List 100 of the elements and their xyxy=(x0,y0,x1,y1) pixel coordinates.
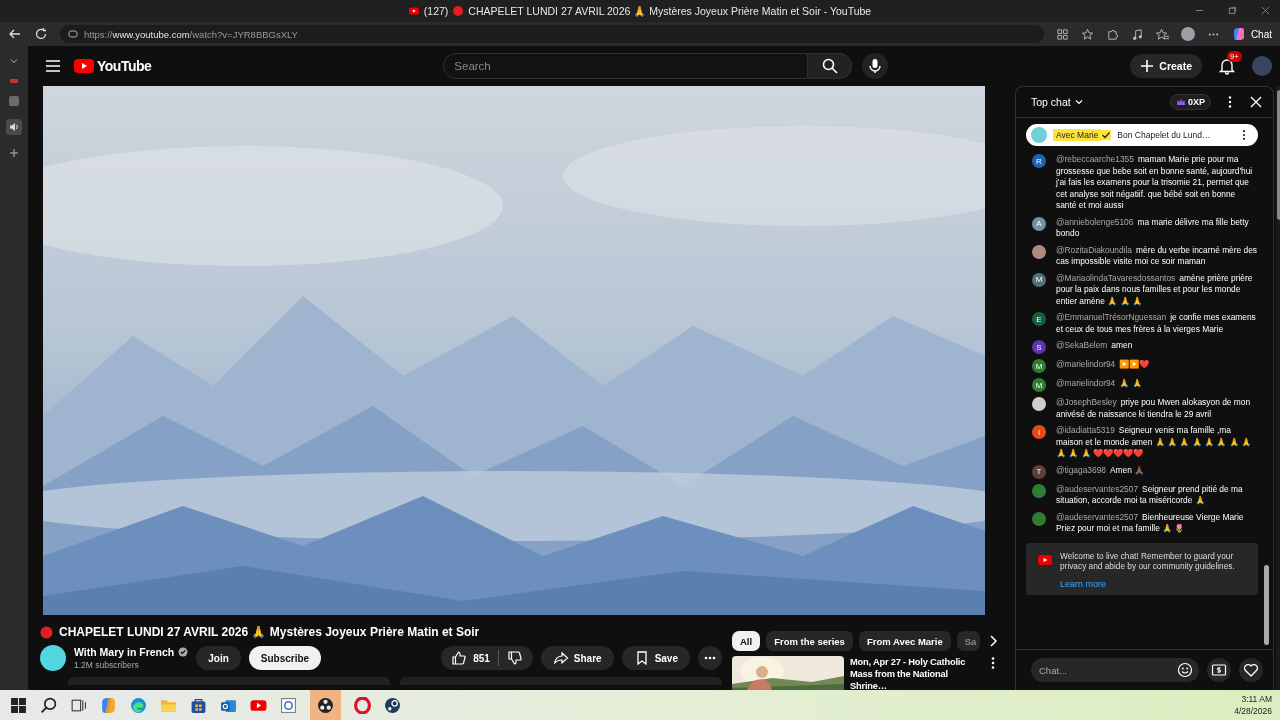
filter-chip[interactable]: Sa xyxy=(956,631,981,651)
windows-logo-icon[interactable] xyxy=(10,696,27,714)
chat-message: @marielindor94 ▶▶❤ xyxy=(1056,359,1151,371)
extensions-icon[interactable] xyxy=(1105,27,1119,41)
user-avatar[interactable]: M xyxy=(1032,378,1046,392)
store-icon[interactable] xyxy=(190,696,207,714)
restore-icon[interactable] xyxy=(1228,6,1237,15)
star-icon[interactable] xyxy=(1080,27,1094,41)
user-avatar[interactable] xyxy=(1032,397,1046,411)
learn-more-link[interactable]: Learn more xyxy=(1060,578,1107,589)
plus-icon xyxy=(1140,59,1155,73)
super-chat-button[interactable] xyxy=(1207,658,1231,682)
search-field[interactable]: Search xyxy=(443,53,809,79)
video-title[interactable]: Mon, Apr 27 - Holy Catholic Mass from the National Shrine… xyxy=(850,656,980,692)
address-field[interactable]: https://www.youtube.com/watch?v=JYR8BBGsXLY xyxy=(60,25,1044,43)
chat-message: @idadiatta5319 Seigneur venis ma famille ,ma maison et le monde amen 🙏 🙏 🙏 🙏 🙏 🙏 🙏 🙏 🙏 🙏 🙏 ❤❤❤❤❤ xyxy=(1056,425,1252,460)
profile-avatar[interactable] xyxy=(1180,27,1195,41)
filter-chip[interactable]: All xyxy=(732,631,761,651)
chat-message: @JosephBesley priye pou Mwen alokasyon de mon anivésé de naissance ki tiendra le 29 avril xyxy=(1056,397,1252,420)
chat-author: Avec Marie xyxy=(1053,129,1102,141)
create-button[interactable]: Create xyxy=(1130,54,1202,78)
copilot-icon[interactable] xyxy=(100,696,117,714)
app-icon[interactable] xyxy=(280,696,297,714)
three-circles-icon xyxy=(317,696,334,714)
copilot-chat-button[interactable]: Chat xyxy=(1231,27,1272,41)
menu-icon[interactable] xyxy=(44,57,62,75)
tab-count: (127) xyxy=(423,5,449,17)
chat-message: @rebeccaarche1355 maman Marie prie pour ma grossesse que bebe soit en bonne santé, aujourd'hui j'ai fais les examens pour la trisomie 21, permet que cet analyse soit négatiif. que bébé soit en bonne santé et moi aussi xyxy=(1056,154,1254,212)
dollar-icon xyxy=(1211,662,1227,678)
favorites-icon[interactable] xyxy=(1155,27,1169,41)
obs-taskbar-button[interactable] xyxy=(310,690,341,720)
copilot-icon xyxy=(1231,27,1246,41)
video-title: CHAPELET LUNDI 27 AVRIL 2026 🙏 Mystères Joyeux Prière Matin et Soir xyxy=(59,625,480,639)
xp-button[interactable]: 0XP xyxy=(1170,94,1211,110)
notifications-icon[interactable] xyxy=(1218,57,1236,75)
live-dot-icon xyxy=(453,6,464,16)
chat-message: @RozitaDiakoundila mère du verbe incarné mère des cas impossible visite moi ce soir maman xyxy=(1056,244,1258,268)
user-avatar[interactable] xyxy=(1032,244,1046,259)
share-icon xyxy=(552,650,569,666)
filter-chip[interactable]: From Avec Marie xyxy=(858,631,951,651)
dislike-button[interactable] xyxy=(506,650,523,666)
chat-message: @audeservantes2507 Seigneur prend pitié de ma situation, accorde moi ta miséricorde 🙏 xyxy=(1056,483,1244,507)
chat-message: Bon Chapelet du Lund… xyxy=(1117,130,1212,140)
welcome-message: Welcome to live chat! Remember to guard your privacy and abide by our community guidelines. xyxy=(1060,550,1236,572)
user-avatar xyxy=(1031,127,1047,143)
heart-icon xyxy=(1243,662,1259,678)
refresh-icon[interactable] xyxy=(34,27,48,41)
tab-title: CHAPELET LUNDI 27 AVRIL 2026 🙏 Mystères Joyeux Prière Matin et Soir - YouTube xyxy=(468,4,872,18)
chat-input-field[interactable]: Chat... xyxy=(1031,658,1199,682)
steam-icon[interactable] xyxy=(384,696,401,714)
youtube-logo[interactable]: YouTube xyxy=(74,58,152,74)
join-button[interactable]: Join xyxy=(196,646,241,670)
search-icon xyxy=(820,57,839,75)
user-avatar[interactable]: I xyxy=(1032,425,1046,439)
chat-message: @tigaga3698 Amen 🙏🏾 xyxy=(1056,464,1146,477)
plus-icon[interactable] xyxy=(9,148,19,158)
youtube-icon xyxy=(408,6,419,16)
opera-icon[interactable] xyxy=(354,696,371,714)
search-button[interactable] xyxy=(808,53,853,79)
speaker-icon xyxy=(9,122,19,132)
live-dot-icon xyxy=(40,625,53,639)
user-avatar[interactable]: S xyxy=(1032,340,1046,354)
thumbs-up-icon xyxy=(451,650,468,666)
audio-tab-button[interactable] xyxy=(6,119,22,135)
subscriber-count: 1.2M subscribers xyxy=(74,660,140,670)
pinned-message[interactable]: Avec Marie Bon Chapelet du Lund… xyxy=(1026,124,1258,146)
filter-chip[interactable]: From the series xyxy=(766,631,853,651)
emoji-icon[interactable] xyxy=(1177,662,1193,678)
save-button[interactable]: Save xyxy=(621,646,690,670)
clock-date[interactable]: 4/28/2026 xyxy=(1234,705,1272,717)
apps-icon[interactable] xyxy=(1055,27,1069,41)
chevron-down-icon[interactable] xyxy=(9,56,19,66)
user-avatar[interactable]: T xyxy=(1032,464,1046,479)
search-icon[interactable] xyxy=(40,696,57,714)
channel-name[interactable]: With Mary in French xyxy=(74,646,175,658)
site-info-icon[interactable] xyxy=(68,29,78,39)
microphone-button[interactable] xyxy=(862,53,889,79)
heart-button[interactable] xyxy=(1239,658,1263,682)
clock-time[interactable]: 3:11 AM xyxy=(1241,693,1272,705)
chat-message: @marielindor94 🙏 🙏 xyxy=(1056,378,1143,390)
more-actions-button[interactable] xyxy=(698,646,722,670)
crown-icon xyxy=(1176,97,1186,107)
chat-message: @audeservantes2507 Bienheureuse Vierge Marie Priez pour moi et ma famille 🙏 🌷 xyxy=(1056,511,1245,535)
chat-message: @MariaolindaTavaresdossantos amène prière prière pour la paix dans nous familles et pour les monde entier amène 🙏 🙏 🙏 xyxy=(1056,272,1254,307)
music-icon[interactable] xyxy=(1130,27,1144,41)
play-logo-icon xyxy=(74,59,94,73)
chat-message: @anniebolenge5106 ma marie délivre ma fille betty bondo xyxy=(1056,216,1250,240)
channel-avatar[interactable] xyxy=(40,645,66,671)
chevron-down-icon xyxy=(1073,97,1084,107)
top-chat-dropdown[interactable]: Top chat xyxy=(1031,96,1084,108)
chat-message: @SekaBelem amen xyxy=(1056,340,1134,352)
back-icon[interactable] xyxy=(8,27,22,41)
edge-icon[interactable] xyxy=(130,696,147,714)
user-avatar[interactable]: E xyxy=(1032,312,1046,326)
share-button[interactable]: Share xyxy=(540,646,614,670)
chat-message: @EmmanuelTrésorNguessan je confie mes examens et ceux de tous mes frères à la vierges Marie xyxy=(1056,312,1257,335)
user-avatar[interactable]: M xyxy=(1032,272,1046,287)
user-avatar[interactable]: M xyxy=(1032,359,1046,373)
user-avatar[interactable]: R xyxy=(1032,154,1046,168)
subscribe-button[interactable]: Subscribe xyxy=(248,646,322,670)
